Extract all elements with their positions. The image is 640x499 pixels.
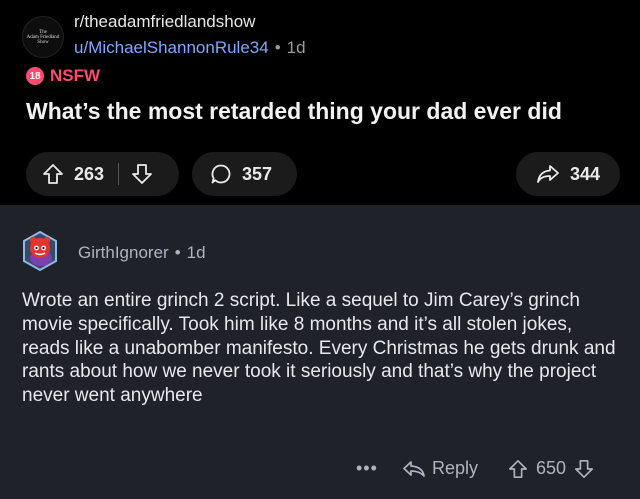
comment-body: Wrote an entire grinch 2 script. Like a …	[22, 290, 616, 407]
comment-upvote-icon[interactable]	[508, 459, 528, 479]
post-vote-pill: 263	[26, 152, 179, 196]
downvote-icon[interactable]	[131, 163, 153, 185]
post-meta: u/MichaelShannonRule34 • 1d	[74, 38, 306, 58]
comment-vote-count: 650	[536, 458, 567, 478]
share-button[interactable]: 344	[516, 152, 620, 196]
snoo-avatar-icon[interactable]	[20, 228, 60, 272]
reply-button[interactable]: Reply	[402, 458, 478, 479]
comment-author[interactable]: GirthIgnorer	[78, 243, 169, 262]
post-author[interactable]: u/MichaelShannonRule34	[74, 38, 269, 57]
post-upvote-count: 263	[74, 163, 105, 184]
upvote-icon[interactable]	[42, 163, 64, 185]
comment-count: 357	[242, 163, 273, 184]
comment-vote: 650	[508, 458, 594, 479]
more-options-button[interactable]: •••	[356, 458, 378, 479]
meta-separator: •	[274, 38, 281, 57]
comment-meta-separator: •	[174, 243, 181, 262]
comment-downvote-icon[interactable]	[574, 459, 594, 479]
subreddit-icon[interactable]: The Adam Friedland Show	[22, 16, 64, 58]
reply-label: Reply	[432, 458, 479, 478]
share-count: 344	[570, 163, 601, 184]
comments-button[interactable]: 357	[192, 152, 297, 196]
comment-bubble-icon	[210, 163, 232, 185]
post-time: 1d	[286, 38, 306, 57]
comment-time: 1d	[186, 243, 206, 262]
subreddit-icon-line3: Show	[37, 39, 49, 45]
subreddit-name[interactable]: r/theadamfriedlandshow	[74, 12, 255, 32]
nsfw-tag: 18 NSFW	[26, 66, 100, 86]
share-arrow-icon	[536, 163, 560, 185]
comment-meta: GirthIgnorer • 1d	[78, 243, 206, 263]
nsfw-label: NSFW	[50, 66, 101, 85]
nsfw-18-badge: 18	[26, 67, 44, 85]
post-card: The Adam Friedland Show r/theadamfriedla…	[0, 0, 640, 205]
post-title[interactable]: What’s the most retarded thing your dad …	[26, 98, 562, 125]
vote-divider	[118, 163, 120, 185]
reply-arrow-icon	[402, 459, 426, 479]
comment-actions: ••• Reply 650	[0, 458, 640, 488]
